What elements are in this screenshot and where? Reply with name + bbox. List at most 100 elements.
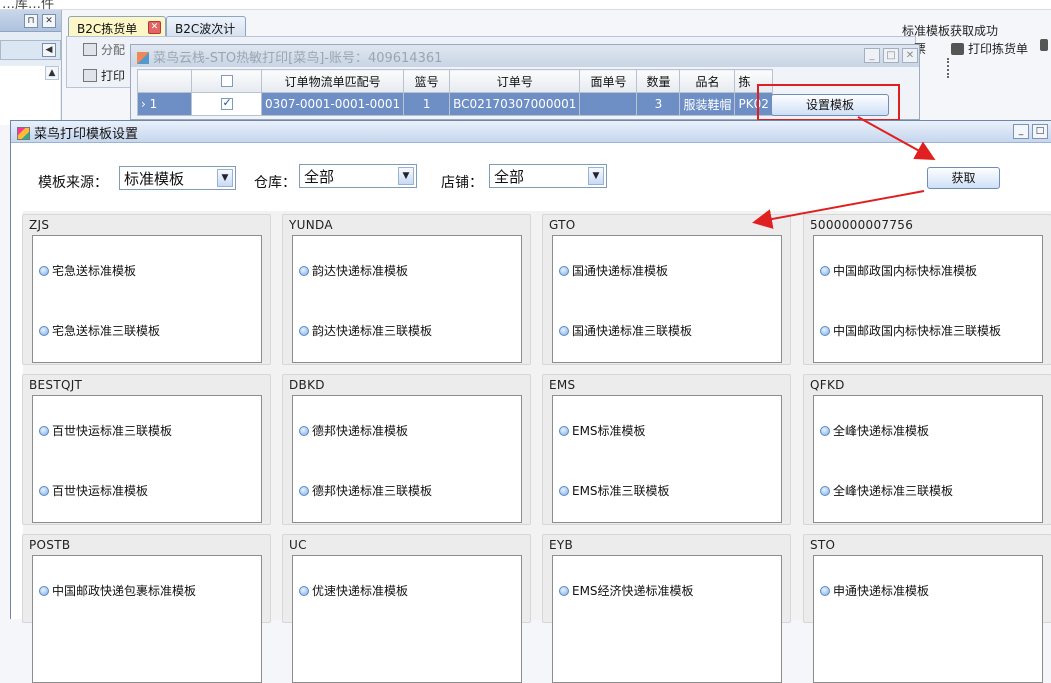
template-radio-option[interactable]: 国通快递标准模板 [559,262,668,279]
printer-icon [951,43,964,55]
template-options-box: 德邦快递标准模板德邦快递标准三联模板 [292,395,522,523]
template-radio-option[interactable]: 中国邮政快递包裹标准模板 [39,582,196,599]
template-radio-option[interactable]: EMS标准模板 [559,422,646,439]
radio-button-icon[interactable] [820,326,830,336]
carrier-code: EYB [549,538,574,552]
warehouse-select[interactable]: 全部 ▼ [299,164,417,188]
carrier-group: DBKD 德邦快递标准模板 德邦快递标准三联模板 [282,374,531,525]
close-icon[interactable]: ✕ [902,48,918,63]
grid-header-product[interactable]: 品名 [679,69,736,93]
template-radio-option[interactable]: 德邦快递标准三联模板 [299,482,432,499]
carrier-code: UC [289,538,307,552]
row-header[interactable]: › 1 [137,92,192,116]
maximize-icon[interactable]: □ [1032,124,1048,139]
template-radio-option[interactable]: 百世快运标准三联模板 [39,422,172,439]
radio-button-icon[interactable] [299,326,309,336]
more-icon[interactable] [1040,38,1051,52]
radio-button-icon[interactable] [820,486,830,496]
grid-header-qty[interactable]: 数量 [636,69,681,93]
template-radio-option[interactable]: 韵达快递标准模板 [299,262,408,279]
radio-button-icon[interactable] [299,426,309,436]
template-option-label: EMS标准三联模板 [572,484,670,498]
template-radio-option[interactable]: 百世快运标准模板 [39,482,148,499]
radio-button-icon[interactable] [559,266,569,276]
grid-header-basket[interactable]: 篮号 [403,69,451,93]
radio-button-icon[interactable] [559,426,569,436]
template-radio-option[interactable]: 宅急送标准模板 [39,262,136,279]
template-option-label: 中国邮政国内标快标准模板 [833,264,978,278]
minimize-icon[interactable]: _ [1013,124,1029,139]
radio-button-icon[interactable] [559,486,569,496]
template-options-box: EMS标准模板 EMS标准三联模板 [552,395,782,523]
fetch-button[interactable]: 获取 [927,167,1000,189]
close-icon[interactable]: ✕ [42,14,56,28]
carrier-code: BESTQJT [29,378,83,392]
template-option-label: 百世快运标准模板 [52,484,149,498]
template-option-label: 优速快递标准模板 [312,584,409,598]
radio-button-icon[interactable] [39,486,49,496]
carrier-code: ZJS [29,218,50,232]
chevron-down-icon[interactable]: ▼ [217,169,233,187]
template-radio-option[interactable]: EMS经济快递标准模板 [559,582,694,599]
chevron-up-icon[interactable]: ▲ [45,66,59,80]
template-options-box: 百世快运标准三联模板百世快运标准模板 [32,395,262,523]
print-window-titlebar: 菜鸟云栈-STO热敏打印[菜鸟]-账号：409614361 _ □ ✕ [131,45,919,67]
radio-button-icon[interactable] [39,266,49,276]
template-radio-option[interactable]: 全峰快递标准三联模板 [820,482,953,499]
template-radio-option[interactable]: 中国邮政国内标快标准模板 [820,262,977,279]
template-radio-option[interactable]: 全峰快递标准模板 [820,422,929,439]
chevron-down-icon[interactable]: ▼ [398,167,414,185]
radio-button-icon[interactable] [299,586,309,596]
template-option-label: 韵达快递标准三联模板 [312,324,433,338]
shop-select[interactable]: 全部 ▼ [489,164,607,188]
carrier-code: STO [810,538,836,552]
row-checkbox-cell[interactable] [191,92,262,116]
radio-button-icon[interactable] [559,326,569,336]
pin-icon[interactable]: ⊓ [24,14,38,28]
carrier-group: POSTB 中国邮政快递包裹标准模板 [22,534,271,683]
minimize-icon[interactable]: _ [864,48,880,63]
template-radio-option[interactable]: 国通快递标准三联模板 [559,322,692,339]
radio-button-icon[interactable] [299,486,309,496]
document-tabs: B2C拣货单 ✕ B2C波次计划 [62,10,912,53]
radio-button-icon[interactable] [299,266,309,276]
template-radio-option[interactable]: 优速快递标准模板 [299,582,408,599]
assign-button[interactable]: 分配 [83,41,125,58]
chevron-left-icon[interactable]: ◀ [42,43,56,57]
tab-b2c-wave-plan[interactable]: B2C波次计划 [166,16,246,53]
dialog-titlebar: 菜鸟打印模板设置 _ □ [11,121,1051,143]
template-radio-option[interactable]: EMS标准三联模板 [559,482,670,499]
template-option-label: 韵达快递标准模板 [312,264,409,278]
grid-header-rowhead [137,69,192,93]
radio-button-icon[interactable] [39,326,49,336]
grid-header-order-no[interactable]: 订单号 [449,69,581,93]
template-radio-option[interactable]: 中国邮政国内标快标准三联模板 [820,322,1001,339]
left-panel-titlebar: ⊓ ✕ [0,10,61,32]
tab-close-icon[interactable]: ✕ [148,21,161,34]
radio-button-icon[interactable] [39,426,49,436]
radio-button-icon[interactable] [820,266,830,276]
row-checkbox[interactable] [220,96,233,110]
radio-button-icon[interactable] [820,586,830,596]
carrier-group: STO 申通快递标准模板 [803,534,1051,683]
grid-header-waybill[interactable]: 面单号 [579,69,638,93]
radio-button-icon[interactable] [820,426,830,436]
table-row[interactable]: › 1 0307-0001-0001-0001 1 BC021703070000… [137,92,774,116]
select-all-checkbox[interactable] [220,75,233,87]
template-source-select[interactable]: 标准模板 ▼ [119,166,236,190]
grid-header-match-no[interactable]: 订单物流单匹配号 [260,69,405,93]
template-option-label: 德邦快递标准模板 [312,424,409,438]
radio-button-icon[interactable] [559,586,569,596]
radio-button-icon[interactable] [39,586,49,596]
grid-header-check[interactable] [191,69,262,93]
print-picklist-button[interactable]: 打印拣货单 [951,40,1028,57]
chevron-down-icon[interactable]: ▼ [588,167,604,185]
template-radio-option[interactable]: 韵达快递标准三联模板 [299,322,432,339]
template-radio-option[interactable]: 德邦快递标准模板 [299,422,408,439]
template-radio-option[interactable]: 申通快递标准模板 [820,582,929,599]
template-option-label: 德邦快递标准三联模板 [312,484,433,498]
maximize-icon[interactable]: □ [883,48,899,63]
print-button[interactable]: 打印 [83,67,125,84]
template-radio-option[interactable]: 宅急送标准三联模板 [39,322,160,339]
tab-b2c-picklist[interactable]: B2C拣货单 ✕ [68,16,166,38]
